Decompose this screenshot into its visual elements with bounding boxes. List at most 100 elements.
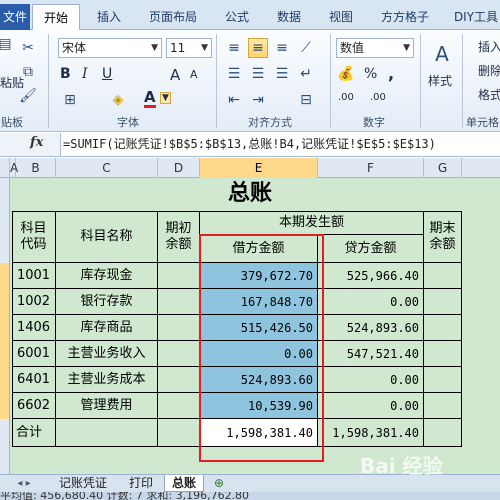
row-name[interactable]: 银行存款 <box>56 289 158 315</box>
border-icon[interactable]: ⊞ <box>60 90 80 110</box>
row-code[interactable]: 1001 <box>12 263 56 289</box>
tab-home[interactable]: 开始 <box>32 4 80 31</box>
align-right-icon[interactable]: ☰ <box>272 64 292 84</box>
wrap-text-icon[interactable]: ↵ <box>296 64 316 84</box>
row-opening[interactable] <box>158 367 200 393</box>
tab-fangfang[interactable]: 方方格子 <box>370 4 440 30</box>
styles-icon[interactable]: A <box>428 40 456 68</box>
sheet-tab-print[interactable]: 打印 <box>122 475 160 492</box>
row-code[interactable]: 1406 <box>12 315 56 341</box>
row-code[interactable]: 6001 <box>12 341 56 367</box>
align-bottom-icon[interactable]: ≡ <box>272 38 292 58</box>
header-debit[interactable]: 借方金额 <box>200 235 318 263</box>
insert-cells-button[interactable]: 插入 <box>478 38 500 55</box>
row-debit[interactable]: 10,539.90 <box>200 393 318 419</box>
row-credit[interactable]: 0.00 <box>318 367 424 393</box>
paste-icon[interactable]: ▤ <box>0 34 12 54</box>
header-closing[interactable]: 期末 余额 <box>424 211 462 263</box>
row-closing[interactable] <box>424 263 462 289</box>
currency-icon[interactable]: 💰 <box>336 64 356 84</box>
row-name[interactable]: 主营业务收入 <box>56 341 158 367</box>
column-header-f[interactable]: F <box>318 158 424 178</box>
total-name[interactable] <box>56 419 158 447</box>
row-debit[interactable]: 515,426.50 <box>200 315 318 341</box>
shrink-font-button[interactable]: A <box>190 68 198 81</box>
function-icon[interactable]: fx <box>30 135 43 150</box>
bold-button[interactable]: B <box>60 66 71 82</box>
tab-formulas[interactable]: 公式 <box>214 4 260 30</box>
total-debit[interactable]: 1,598,381.40 <box>200 419 318 447</box>
font-size-combo[interactable]: 11 ▼ <box>166 38 212 58</box>
total-closing[interactable] <box>424 419 462 447</box>
row-name[interactable]: 主营业务成本 <box>56 367 158 393</box>
sheet-nav-arrows[interactable]: ◂ ▸ <box>4 475 44 492</box>
align-left-icon[interactable]: ☰ <box>224 64 244 84</box>
merge-center-icon[interactable]: ⊟ <box>296 90 316 110</box>
header-code[interactable]: 科目 代码 <box>12 211 56 263</box>
row-closing[interactable] <box>424 341 462 367</box>
row-credit[interactable]: 524,893.60 <box>318 315 424 341</box>
row-credit[interactable]: 0.00 <box>318 289 424 315</box>
sheet-title[interactable]: 总账 <box>0 178 500 208</box>
row-credit[interactable]: 547,521.40 <box>318 341 424 367</box>
row-closing[interactable] <box>424 393 462 419</box>
tab-page-layout[interactable]: 页面布局 <box>138 4 208 30</box>
align-top-icon[interactable]: ≡ <box>224 38 244 58</box>
total-credit[interactable]: 1,598,381.40 <box>318 419 424 447</box>
row-code[interactable]: 1002 <box>12 289 56 315</box>
row-closing[interactable] <box>424 289 462 315</box>
format-cells-button[interactable]: 格式 <box>478 86 500 103</box>
align-middle-icon[interactable]: ≡ <box>248 38 268 58</box>
row-debit[interactable]: 379,672.70 <box>200 263 318 289</box>
percent-button[interactable]: % <box>364 66 377 82</box>
tab-data[interactable]: 数据 <box>266 4 312 30</box>
grow-font-button[interactable]: A <box>170 66 180 84</box>
chevron-down-icon[interactable]: ▼ <box>160 92 171 104</box>
row-credit[interactable]: 0.00 <box>318 393 424 419</box>
styles-button-label[interactable]: 样式 <box>428 72 452 89</box>
font-color-button[interactable]: A <box>144 90 156 108</box>
row-name[interactable]: 管理费用 <box>56 393 158 419</box>
worksheet-grid[interactable]: 总账 科目 代码 科目名称 期初 余额 本期发生额 借方金额 贷方金额 期末 余… <box>0 178 500 474</box>
increase-indent-icon[interactable]: ⇥ <box>248 90 268 110</box>
formula-input[interactable]: =SUMIF(记账凭证!$B$5:$B$13,总账!B4,记账凭证!$E$5:$… <box>60 133 500 156</box>
text-orientation-icon[interactable]: ⟋ <box>296 38 316 58</box>
column-header-d[interactable]: D <box>158 158 200 178</box>
header-period[interactable]: 本期发生额 <box>200 211 424 235</box>
column-header-e[interactable]: E <box>200 158 318 178</box>
tab-view[interactable]: 视图 <box>318 4 364 30</box>
row-name[interactable]: 库存商品 <box>56 315 158 341</box>
row-debit[interactable]: 0.00 <box>200 341 318 367</box>
fill-color-icon[interactable]: ◈ <box>108 90 128 110</box>
total-label[interactable]: 合计 <box>12 419 56 447</box>
row-debit[interactable]: 524,893.60 <box>200 367 318 393</box>
comma-style-button[interactable]: , <box>388 64 394 83</box>
underline-button[interactable]: U <box>102 66 112 82</box>
row-credit[interactable]: 525,966.40 <box>318 263 424 289</box>
header-credit[interactable]: 贷方金额 <box>318 235 424 263</box>
tab-insert[interactable]: 插入 <box>86 4 132 30</box>
row-closing[interactable] <box>424 367 462 393</box>
header-name[interactable]: 科目名称 <box>56 211 158 263</box>
row-code[interactable]: 6602 <box>12 393 56 419</box>
copy-icon[interactable]: ⧉ <box>18 62 38 82</box>
new-sheet-icon[interactable]: ⊕ <box>208 475 230 492</box>
align-center-icon[interactable]: ☰ <box>248 64 268 84</box>
font-name-combo[interactable]: 宋体 ▼ <box>58 38 162 58</box>
column-header-b[interactable]: B <box>16 158 56 178</box>
decrease-decimal-button[interactable]: .00 <box>370 92 386 103</box>
delete-cells-button[interactable]: 删除 <box>478 62 500 79</box>
row-debit[interactable]: 167,848.70 <box>200 289 318 315</box>
row-opening[interactable] <box>158 393 200 419</box>
cut-icon[interactable]: ✂ <box>18 38 38 58</box>
row-opening[interactable] <box>158 341 200 367</box>
row-opening[interactable] <box>158 315 200 341</box>
tab-diy-tools[interactable]: DIY工具 <box>446 4 500 30</box>
number-format-combo[interactable]: 数值 ▼ <box>336 38 414 58</box>
total-opening[interactable] <box>158 419 200 447</box>
header-opening[interactable]: 期初 余额 <box>158 211 200 263</box>
tab-file[interactable]: 文件 <box>0 4 30 30</box>
increase-decimal-button[interactable]: .00 <box>338 92 354 103</box>
row-code[interactable]: 6401 <box>12 367 56 393</box>
row-opening[interactable] <box>158 263 200 289</box>
